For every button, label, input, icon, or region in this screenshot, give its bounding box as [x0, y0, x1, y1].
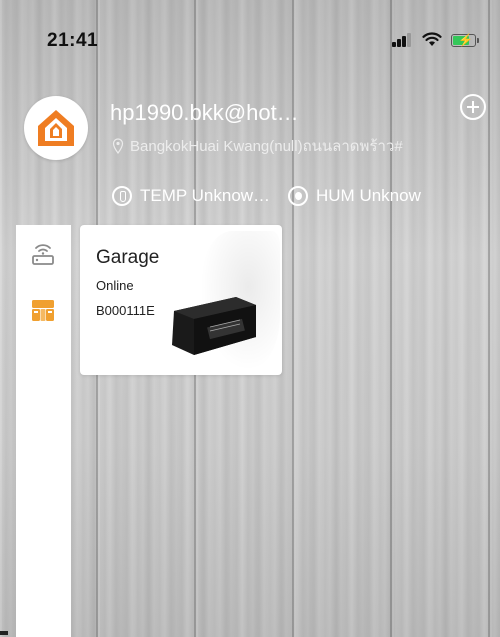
- device-name: Garage: [96, 247, 160, 268]
- device-id: B000111E: [96, 303, 155, 318]
- device-card[interactable]: Garage Online B000111E: [80, 225, 282, 375]
- wifi-icon: [422, 32, 442, 46]
- status-icons: ⚡: [392, 30, 482, 50]
- add-device-button[interactable]: [460, 94, 486, 120]
- status-time: 21:41: [47, 30, 99, 51]
- location[interactable]: BangkokHuai Kwang(null)ถนนลาดพร้าว#: [112, 136, 452, 156]
- temp-readout: TEMP Unknow…: [112, 186, 282, 206]
- user-name[interactable]: hp1990.bkk@hot…: [110, 100, 360, 126]
- avatar[interactable]: [24, 96, 88, 160]
- environment-row: TEMP Unknow… HUM Unknow: [112, 184, 421, 208]
- device-group-icon[interactable]: [30, 297, 56, 323]
- cellular-signal-icon: [392, 33, 412, 47]
- thermometer-icon: [112, 186, 132, 206]
- location-pin-icon: [112, 138, 124, 154]
- status-bar: 21:41 ⚡: [0, 0, 500, 64]
- garage-controller-device-image: [172, 297, 256, 355]
- sidebar: [16, 225, 71, 637]
- humidity-readout: HUM Unknow: [288, 186, 421, 206]
- temp-label: TEMP Unknow…: [140, 186, 271, 205]
- humidity-icon: [288, 186, 308, 206]
- device-status: Online: [96, 278, 134, 293]
- router-icon[interactable]: [30, 242, 56, 268]
- battery-charging-icon: ⚡: [451, 33, 479, 47]
- bottom-edge-mark: [0, 631, 8, 635]
- home-logo-icon: [38, 110, 74, 146]
- location-text: BangkokHuai Kwang(null)ถนนลาดพร้าว#: [130, 138, 403, 155]
- hum-label: HUM Unknow: [316, 186, 421, 205]
